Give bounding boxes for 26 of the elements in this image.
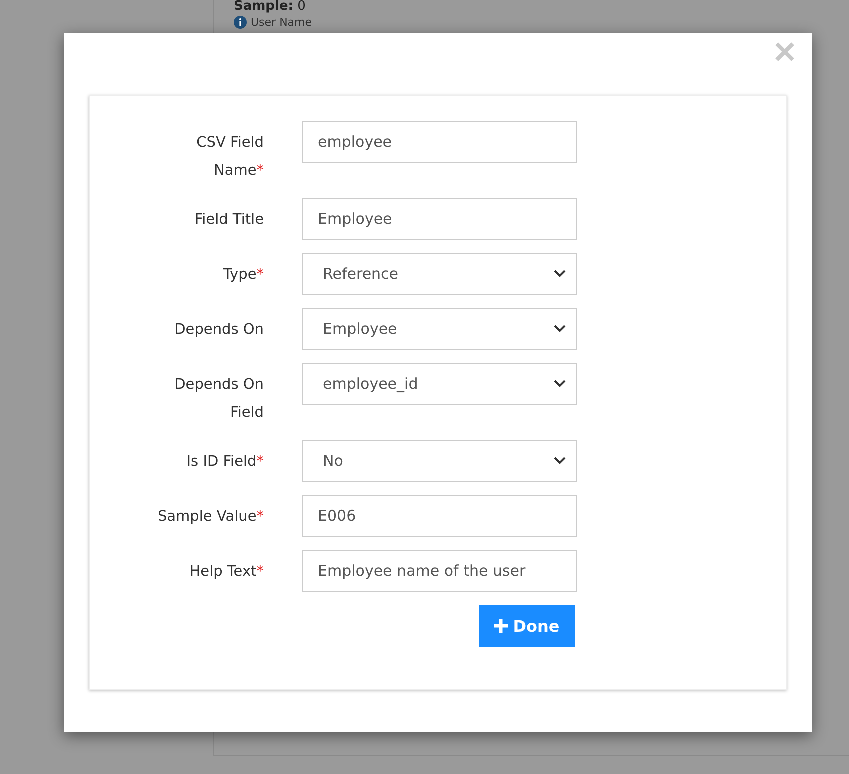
sample-heading: Sample: 0 [234, 0, 307, 14]
field-label: Depends On Field [174, 376, 264, 423]
text-input[interactable]: Employee name of the user [302, 550, 577, 592]
chevron-down-icon [554, 457, 566, 465]
hint-text: User Name [251, 16, 312, 29]
field-label: Is ID Field* [186, 453, 264, 472]
field-label: Sample Value* [156, 508, 264, 527]
text-input[interactable]: E006 [302, 495, 577, 537]
dropdown-select[interactable]: Reference [302, 253, 577, 295]
dropdown-select[interactable]: No [302, 440, 577, 482]
close-icon [774, 41, 796, 63]
dropdown-select[interactable]: Employee [302, 308, 577, 350]
field-label: Field Title [194, 211, 264, 230]
field-label: Type* [222, 266, 264, 285]
text-input[interactable]: Employee [302, 198, 577, 240]
chevron-down-icon [554, 380, 566, 388]
chevron-down-icon [554, 325, 566, 333]
plus-icon [494, 619, 508, 633]
field-label: Depends On [174, 321, 264, 340]
close-button[interactable] [774, 41, 796, 63]
dropdown-select[interactable]: employee_id [302, 363, 577, 405]
chevron-down-icon [554, 270, 566, 278]
field-label: Help Text* [188, 563, 264, 582]
info-icon [234, 16, 247, 29]
field-label: CSV Field Name* [196, 134, 264, 181]
text-input[interactable]: employee [302, 121, 577, 163]
